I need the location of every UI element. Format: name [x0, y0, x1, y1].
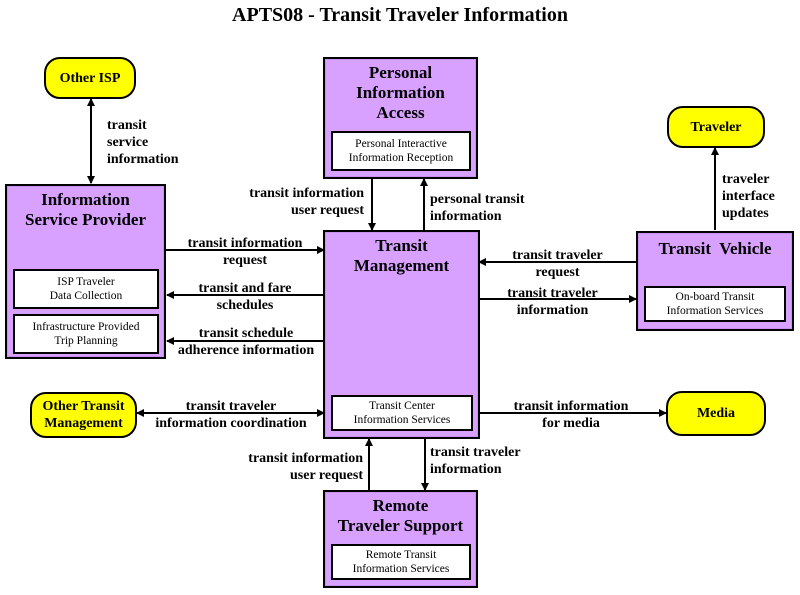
subsystem-title: Service Provider [24, 210, 146, 229]
flow-label-info-coordination: transit traveler information coordinatio… [155, 399, 307, 431]
subsystem-personal-information-access[interactable]: Personal Information Access Personal Int… [323, 57, 478, 179]
subsystem-title: Personal [368, 63, 433, 82]
equipment-package-label: ISP Traveler [57, 276, 115, 288]
flow-label-traveler-interface-updates: traveler interface updates [722, 172, 775, 221]
flow-label-schedule-adherence: transit schedule adherence information [177, 326, 315, 358]
subsystem-title: Information [356, 83, 445, 102]
subsystem-title: Traveler Support [337, 516, 464, 535]
terminator-other-isp[interactable]: Other ISP [44, 57, 136, 99]
equipment-package-label: Information Services [352, 563, 450, 575]
terminator-traveler[interactable]: Traveler [667, 106, 765, 148]
terminator-media[interactable]: Media [666, 391, 766, 436]
terminator-label: Management [44, 416, 123, 431]
subsystem-title: Access [376, 103, 425, 122]
subsystem-title: Transit Vehicle [658, 239, 772, 258]
flow-label-rts-user-request: transit information user request [248, 451, 363, 483]
flow-label-tv-transit-traveler-information: transit traveler information [507, 286, 598, 318]
equipment-package-label: Infrastructure Provided [32, 321, 140, 333]
subsystem-transit-management[interactable]: Transit Management Transit Center Inform… [323, 230, 480, 439]
equipment-package[interactable]: On-board Transit Information Services [644, 286, 786, 322]
subsystem-information-service-provider[interactable]: Information Service Provider ISP Travele… [5, 184, 166, 359]
equipment-package[interactable]: ISP Traveler Data Collection [13, 269, 159, 309]
terminator-label: Traveler [690, 119, 742, 135]
equipment-package-label: Information Services [353, 414, 451, 426]
equipment-package[interactable]: Remote Transit Information Services [331, 544, 471, 580]
equipment-package-label: Transit Center [369, 400, 435, 412]
flow-label-personal-transit-information: personal transit information [430, 192, 525, 224]
subsystem-transit-vehicle[interactable]: Transit Vehicle On-board Transit Informa… [636, 231, 794, 331]
flow-label-transit-information-request: transit information request [187, 236, 303, 268]
subsystem-title: Remote [372, 496, 429, 515]
flow-label-rts-transit-traveler-information: transit traveler information [430, 445, 521, 477]
equipment-package-label: On-board Transit [675, 291, 755, 303]
equipment-package-label: Data Collection [49, 290, 123, 302]
equipment-package-label: Information Services [666, 305, 764, 317]
subsystem-remote-traveler-support[interactable]: Remote Traveler Support Remote Transit I… [323, 490, 478, 588]
equipment-package[interactable]: Infrastructure Provided Trip Planning [13, 314, 159, 354]
terminator-other-transit-management[interactable]: Other Transit Management [30, 392, 137, 438]
subsystem-title: Information [41, 190, 130, 209]
equipment-package[interactable]: Personal Interactive Information Recepti… [331, 131, 471, 171]
flow-label-transit-and-fare-schedules: transit and fare schedules [198, 281, 292, 313]
flow-label-info-for-media: transit information for media [513, 399, 629, 431]
equipment-package-label: Trip Planning [54, 335, 118, 347]
equipment-package-label: Information Reception [348, 152, 454, 164]
subsystem-title: Transit [375, 236, 428, 255]
terminator-label: Other Transit [42, 399, 125, 414]
flow-label-transit-traveler-request: transit traveler request [512, 248, 603, 280]
flow-label-pia-user-request: transit information user request [249, 186, 364, 218]
flow-label-transit-service-information: transit service information [107, 118, 179, 167]
equipment-package-label: Personal Interactive [355, 138, 447, 150]
equipment-package[interactable]: Transit Center Information Services [331, 395, 473, 431]
equipment-package-label: Remote Transit [365, 549, 437, 561]
subsystem-title: Management [353, 256, 450, 275]
terminator-label: Other ISP [59, 70, 121, 86]
terminator-label: Media [696, 406, 736, 421]
